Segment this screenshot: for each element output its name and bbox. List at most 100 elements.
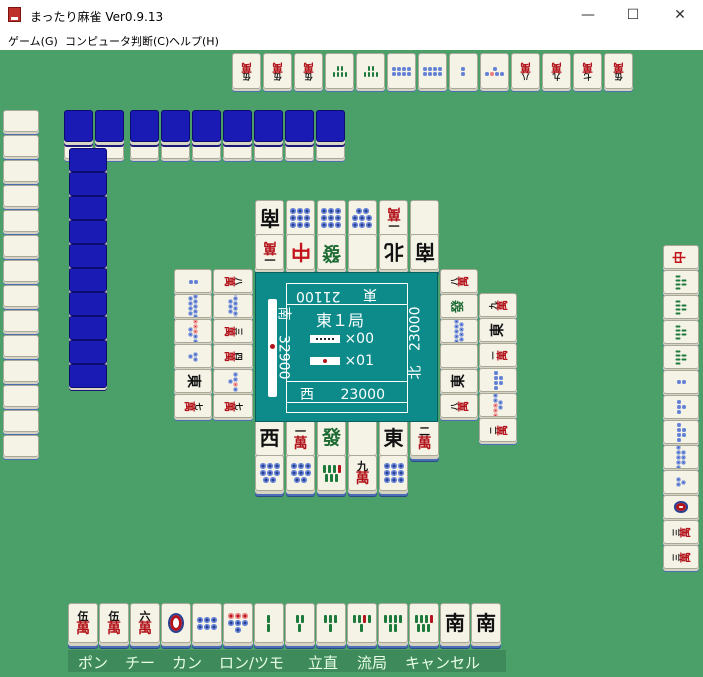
round-info-panel: 21100 東 東１局 ×00 ×01 西 23000 南 32900 北 23… <box>255 272 438 422</box>
west-tile: 西 <box>255 420 284 456</box>
tile-back <box>161 110 190 142</box>
green-dragon-sou-tile <box>663 345 699 369</box>
7-sou-tile[interactable] <box>409 603 439 643</box>
menu-game[interactable]: ゲーム(G) <box>8 33 58 49</box>
6-pin-tile[interactable] <box>192 603 222 643</box>
wall-tile <box>3 260 39 282</box>
3-sou-tile[interactable] <box>285 603 315 643</box>
round-label: 東１局 <box>316 311 365 330</box>
east-tile: 東 <box>440 369 478 393</box>
menu-help[interactable]: ヘルプ(H) <box>169 33 219 49</box>
man-tile[interactable]: 伍萬 <box>68 603 98 643</box>
tile-back <box>192 110 221 142</box>
wall-tile <box>3 385 39 407</box>
pon-button[interactable]: ポン <box>78 652 108 673</box>
tile-back <box>69 148 107 172</box>
action-bar: ポン チー カン ロン/ツモ 立直 流局 キャンセル <box>68 650 506 672</box>
thousand-point-stick-icon <box>310 357 340 365</box>
wall-tile <box>3 360 39 382</box>
south-tile: 南 <box>255 200 284 236</box>
wall-tile <box>3 285 39 307</box>
man-tile: 八萬 <box>511 53 540 89</box>
wall-tile <box>3 185 39 207</box>
red-dragon-tile: 中 <box>286 234 315 270</box>
south-tile[interactable]: 南 <box>471 603 501 643</box>
ryukyoku-button[interactable]: 流局 <box>357 652 387 673</box>
white-dragon-tile: 白 <box>348 234 377 270</box>
7-pin-tile <box>479 393 517 417</box>
man-tile: 一萬 <box>479 343 517 367</box>
riichi-stick-counter: ×01 <box>310 353 374 369</box>
wall-tile <box>3 410 39 432</box>
4-sou-tile[interactable] <box>316 603 346 643</box>
man-tile[interactable]: 伍萬 <box>99 603 129 643</box>
7-sou-tile <box>317 455 346 491</box>
3-pin-tile <box>663 470 699 494</box>
5-sou-tile[interactable] <box>347 603 377 643</box>
hundred-point-stick-icon <box>310 335 340 343</box>
green-dragon-tile: 發 <box>317 420 346 456</box>
2-pin-tile <box>449 53 478 89</box>
maximize-button[interactable]: ☐ <box>610 0 656 30</box>
8-pin-tile <box>348 200 377 236</box>
minimize-button[interactable]: — <box>565 0 611 30</box>
chi-button[interactable]: チー <box>125 652 155 673</box>
2-sou-tile[interactable] <box>254 603 284 643</box>
tile-back <box>95 110 124 142</box>
man-tile: 八萬 <box>440 269 478 293</box>
man-tile: 一萬 <box>255 234 284 270</box>
tile-back <box>223 110 252 142</box>
man-tile: 八萬 <box>213 269 253 293</box>
wall-tile <box>3 310 39 332</box>
man-tile: 三萬 <box>663 545 699 569</box>
score-south-label: 32900 <box>275 334 292 380</box>
white-dragon-tile: 白 <box>348 420 377 456</box>
9-pin-tile <box>286 200 315 236</box>
riichi-stick <box>268 299 277 397</box>
close-button[interactable]: ✕ <box>657 0 703 30</box>
seat-east-label: 東 <box>363 286 377 302</box>
window-titlebar: まったり麻雀 Ver0.9.13 — ☐ ✕ <box>0 0 703 30</box>
man-tile: 一萬 <box>286 420 315 456</box>
white-dragon-tile: 白 <box>410 200 439 236</box>
south-tile: 南 <box>410 234 439 270</box>
tile-back <box>69 364 107 388</box>
8-pin-tile <box>387 53 416 89</box>
menu-computer-judgement[interactable]: コンピュータ判断(C) <box>65 33 169 49</box>
7-pin-tile[interactable] <box>223 603 253 643</box>
man-tile: 伍萬 <box>263 53 292 89</box>
app-icon <box>8 7 21 22</box>
tile-back <box>285 110 314 142</box>
ron-tsumo-button[interactable]: ロン/ツモ <box>219 652 284 673</box>
6-sou-tile[interactable] <box>378 603 408 643</box>
4-pin-tile <box>663 395 699 419</box>
tile-back <box>69 316 107 340</box>
9-pin-tile <box>317 200 346 236</box>
man-tile[interactable]: 六萬 <box>130 603 160 643</box>
man-tile: 二萬 <box>410 420 439 456</box>
man-tile: 一萬 <box>379 200 408 236</box>
south-tile[interactable]: 南 <box>440 603 470 643</box>
8-pin-tile <box>418 53 447 89</box>
man-tile: 伍萬 <box>294 53 323 89</box>
kan-button[interactable]: カン <box>172 652 202 673</box>
green-dragon-sou-tile <box>663 295 699 319</box>
9-pin-tile <box>213 294 253 318</box>
1-pin-tile[interactable] <box>161 603 191 643</box>
2-pin-tile <box>663 370 699 394</box>
7-pin-tile <box>174 319 212 343</box>
6-sou-tile <box>356 53 385 89</box>
seat-west-label: 西 <box>300 387 314 403</box>
tile-back <box>69 268 107 292</box>
wall-tile <box>3 435 39 457</box>
riichi-button[interactable]: 立直 <box>308 652 338 673</box>
east-tile: 東 <box>479 318 517 342</box>
menu-bar: ゲーム(G) コンピュータ判断(C) ヘルプ(H) <box>0 30 703 50</box>
green-dragon-sou-tile <box>663 320 699 344</box>
man-tile: 七萬 <box>213 394 253 418</box>
cancel-button[interactable]: キャンセル <box>405 652 480 673</box>
seat-south-label: 南 <box>275 306 292 321</box>
tile-back <box>130 110 159 142</box>
wall-tile <box>3 210 39 232</box>
wall-tile <box>3 110 39 132</box>
